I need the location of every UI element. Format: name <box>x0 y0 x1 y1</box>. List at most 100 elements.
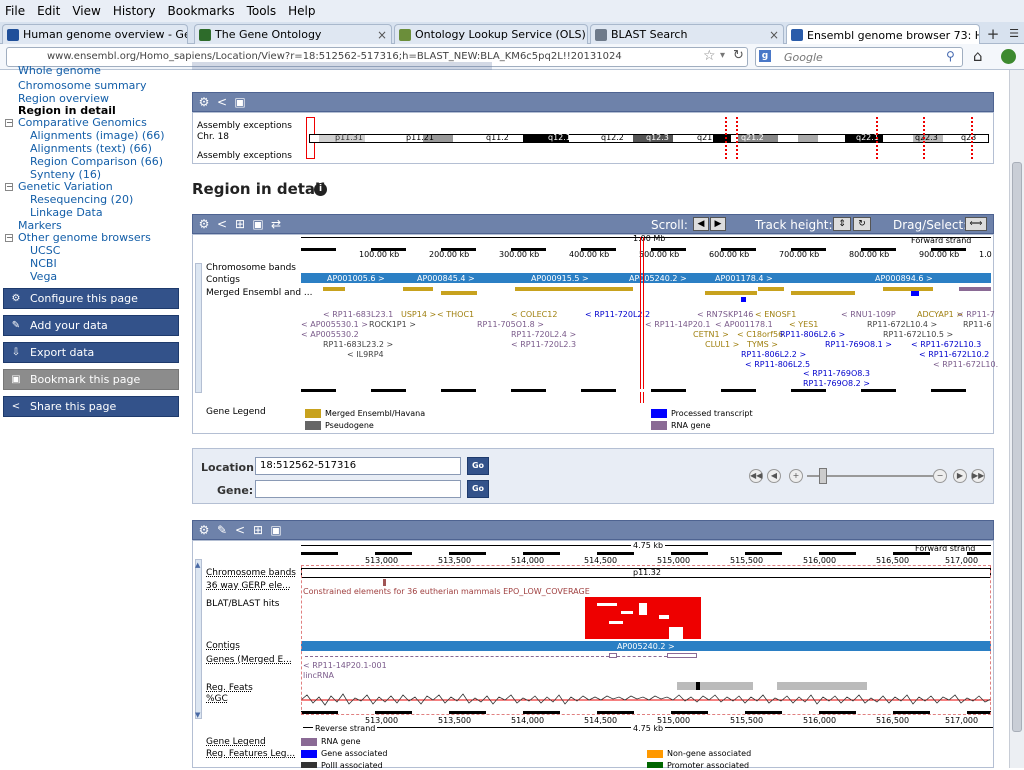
collapse-icon[interactable]: − <box>5 119 13 127</box>
gene-label[interactable]: < RN7SKP146 <box>697 310 753 319</box>
contig-label[interactable]: AP000894.6 > <box>875 274 933 283</box>
gene-label[interactable]: < AP005530.1 > <box>301 320 368 329</box>
processed-transcript-bar[interactable] <box>741 297 746 302</box>
configure-page-button[interactable]: ⚙ Configure this page <box>3 288 179 309</box>
image-export-icon[interactable]: ▣ <box>251 217 265 231</box>
track-handle[interactable] <box>195 263 202 393</box>
page-scrollbar[interactable] <box>1009 70 1024 768</box>
sidebar-item-ncbi[interactable]: NCBI <box>30 257 57 270</box>
zoom-out-icon[interactable]: − <box>933 469 947 483</box>
gene-label[interactable]: RP11-806L2.6 > <box>780 330 845 339</box>
track-height-expand-button[interactable]: ⇕ <box>833 217 851 231</box>
gene-label[interactable]: < RP11-683L23.1 <box>323 310 393 319</box>
scroll-down-icon[interactable]: ▼ <box>195 711 200 719</box>
gene-bar[interactable] <box>515 287 633 291</box>
location-go-button[interactable]: Go <box>467 457 489 475</box>
add-track-icon[interactable]: ✎ <box>215 523 229 537</box>
gene-exon[interactable] <box>667 653 697 658</box>
search-icon[interactable]: ⚲ <box>946 49 955 63</box>
step-forward-icon[interactable]: ▶ <box>953 469 967 483</box>
tab-gene-ontology[interactable]: The Gene Ontology × <box>194 24 392 44</box>
menu-tools[interactable]: Tools <box>246 2 278 20</box>
collapse-icon[interactable]: − <box>5 183 13 191</box>
scroll-left-button[interactable]: ◀ <box>693 217 709 231</box>
gene-label[interactable]: < AP001178.1 <box>715 320 773 329</box>
sidebar-item-chromosome-summary[interactable]: Chromosome summary <box>18 79 146 92</box>
gene-label[interactable]: < RP11-672L10.3 <box>911 340 981 349</box>
bookmark-page-button[interactable]: ▣ Bookmark this page <box>3 369 179 390</box>
scroll-up-icon[interactable]: ▲ <box>195 561 200 569</box>
gene-label[interactable]: < AP005530.2 <box>301 330 359 339</box>
gene-bar[interactable] <box>758 287 784 291</box>
scroll-right-button[interactable]: ▶ <box>710 217 726 231</box>
swap-icon[interactable]: ⇄ <box>269 217 283 231</box>
reg-feature-core[interactable] <box>696 682 700 690</box>
gene-label[interactable]: < ENOSF1 <box>755 310 796 319</box>
gene-bar[interactable] <box>791 291 855 295</box>
sidebar-item-alignments-text[interactable]: Alignments (text) (66) <box>30 142 152 155</box>
addon-icon[interactable] <box>1001 49 1016 64</box>
new-tab-icon[interactable]: + <box>984 25 1002 43</box>
close-icon[interactable]: × <box>765 28 779 42</box>
gear-icon[interactable]: ⚙ <box>197 217 211 231</box>
gene-label[interactable]: < IL9RP4 <box>347 350 384 359</box>
contig-label[interactable]: AP001178.4 > <box>715 274 773 283</box>
jump-end-icon[interactable]: ▶▶ <box>971 469 985 483</box>
share-icon[interactable]: < <box>233 523 247 537</box>
sidebar-item-whole-genome[interactable]: Whole genome <box>18 64 101 77</box>
track-handle[interactable] <box>195 559 202 719</box>
tab-list-icon[interactable]: ☰ <box>1006 26 1022 42</box>
track-label[interactable]: Reg. Feats <box>206 683 253 693</box>
gene-label[interactable]: RP11-683L23.2 > <box>323 340 393 349</box>
gene-label[interactable]: RP11-672L10.4 > <box>867 320 937 329</box>
tab-human-genome[interactable]: Human genome overview - Genome... × <box>2 24 188 44</box>
image-export-icon[interactable]: ▣ <box>233 95 247 109</box>
reg-feature[interactable] <box>677 682 753 690</box>
collapse-icon[interactable]: − <box>5 234 13 242</box>
info-icon[interactable]: i <box>314 183 327 196</box>
track-label[interactable]: Contigs <box>206 641 240 651</box>
contig-label[interactable]: AP000915.5 > <box>531 274 589 283</box>
menu-help[interactable]: Help <box>287 2 316 20</box>
scrollbar-thumb[interactable] <box>1012 162 1022 732</box>
step-back-icon[interactable]: ◀ <box>767 469 781 483</box>
track-label[interactable]: Contigs <box>206 275 240 285</box>
gene-bar[interactable] <box>323 287 345 291</box>
track-label[interactable]: %GC <box>206 694 228 704</box>
gene-input[interactable] <box>255 480 461 498</box>
gene-label[interactable]: < RP11-14P20.1 <box>645 320 711 329</box>
contig-label[interactable]: AP001005.6 > <box>327 274 385 283</box>
track-label[interactable]: Merged Ensembl and ... <box>206 288 313 298</box>
bookmark-star-icon[interactable]: ☆ <box>703 48 716 64</box>
gene-label[interactable]: < THOC1 <box>437 310 474 319</box>
menu-view[interactable]: View <box>71 2 101 20</box>
gene-label[interactable]: < YES1 <box>789 320 818 329</box>
tab-ensembl[interactable]: Ensembl genome browser 73: Homo... × <box>786 24 980 45</box>
gene-label[interactable]: < RP11-7 <box>957 310 995 319</box>
gene-label[interactable]: ROCK1P1 > <box>369 320 416 329</box>
resize-icon[interactable]: ⊞ <box>251 523 265 537</box>
sidebar-item-other-browsers[interactable]: Other genome browsers <box>18 231 151 244</box>
blast-hit[interactable] <box>689 627 693 631</box>
rna-gene-bar[interactable] <box>959 287 991 291</box>
track-label[interactable]: Chromosome bands <box>206 568 296 578</box>
share-page-button[interactable]: < Share this page <box>3 396 179 417</box>
image-export-icon[interactable]: ▣ <box>269 523 283 537</box>
share-icon[interactable]: < <box>215 217 229 231</box>
processed-transcript-bar[interactable] <box>911 291 919 296</box>
gear-icon[interactable]: ⚙ <box>197 523 211 537</box>
sidebar-item-vega[interactable]: Vega <box>30 270 57 283</box>
gene-label[interactable]: < RP11-720L2.3 <box>511 340 576 349</box>
add-data-button[interactable]: ✎ Add your data <box>3 315 179 336</box>
export-data-button[interactable]: ⇩ Export data <box>3 342 179 363</box>
zoom-slider-handle[interactable] <box>819 468 827 484</box>
menu-file[interactable]: File <box>4 2 26 20</box>
search-input[interactable]: Google <box>755 47 963 67</box>
gene-bar[interactable] <box>403 287 433 291</box>
gene-label[interactable]: CLUL1 > <box>705 340 739 349</box>
menu-bookmarks[interactable]: Bookmarks <box>167 2 236 20</box>
close-icon[interactable]: × <box>373 28 387 42</box>
track-label[interactable]: 36 way GERP ele... <box>206 581 291 591</box>
menu-history[interactable]: History <box>112 2 157 20</box>
share-icon[interactable]: < <box>215 95 229 109</box>
